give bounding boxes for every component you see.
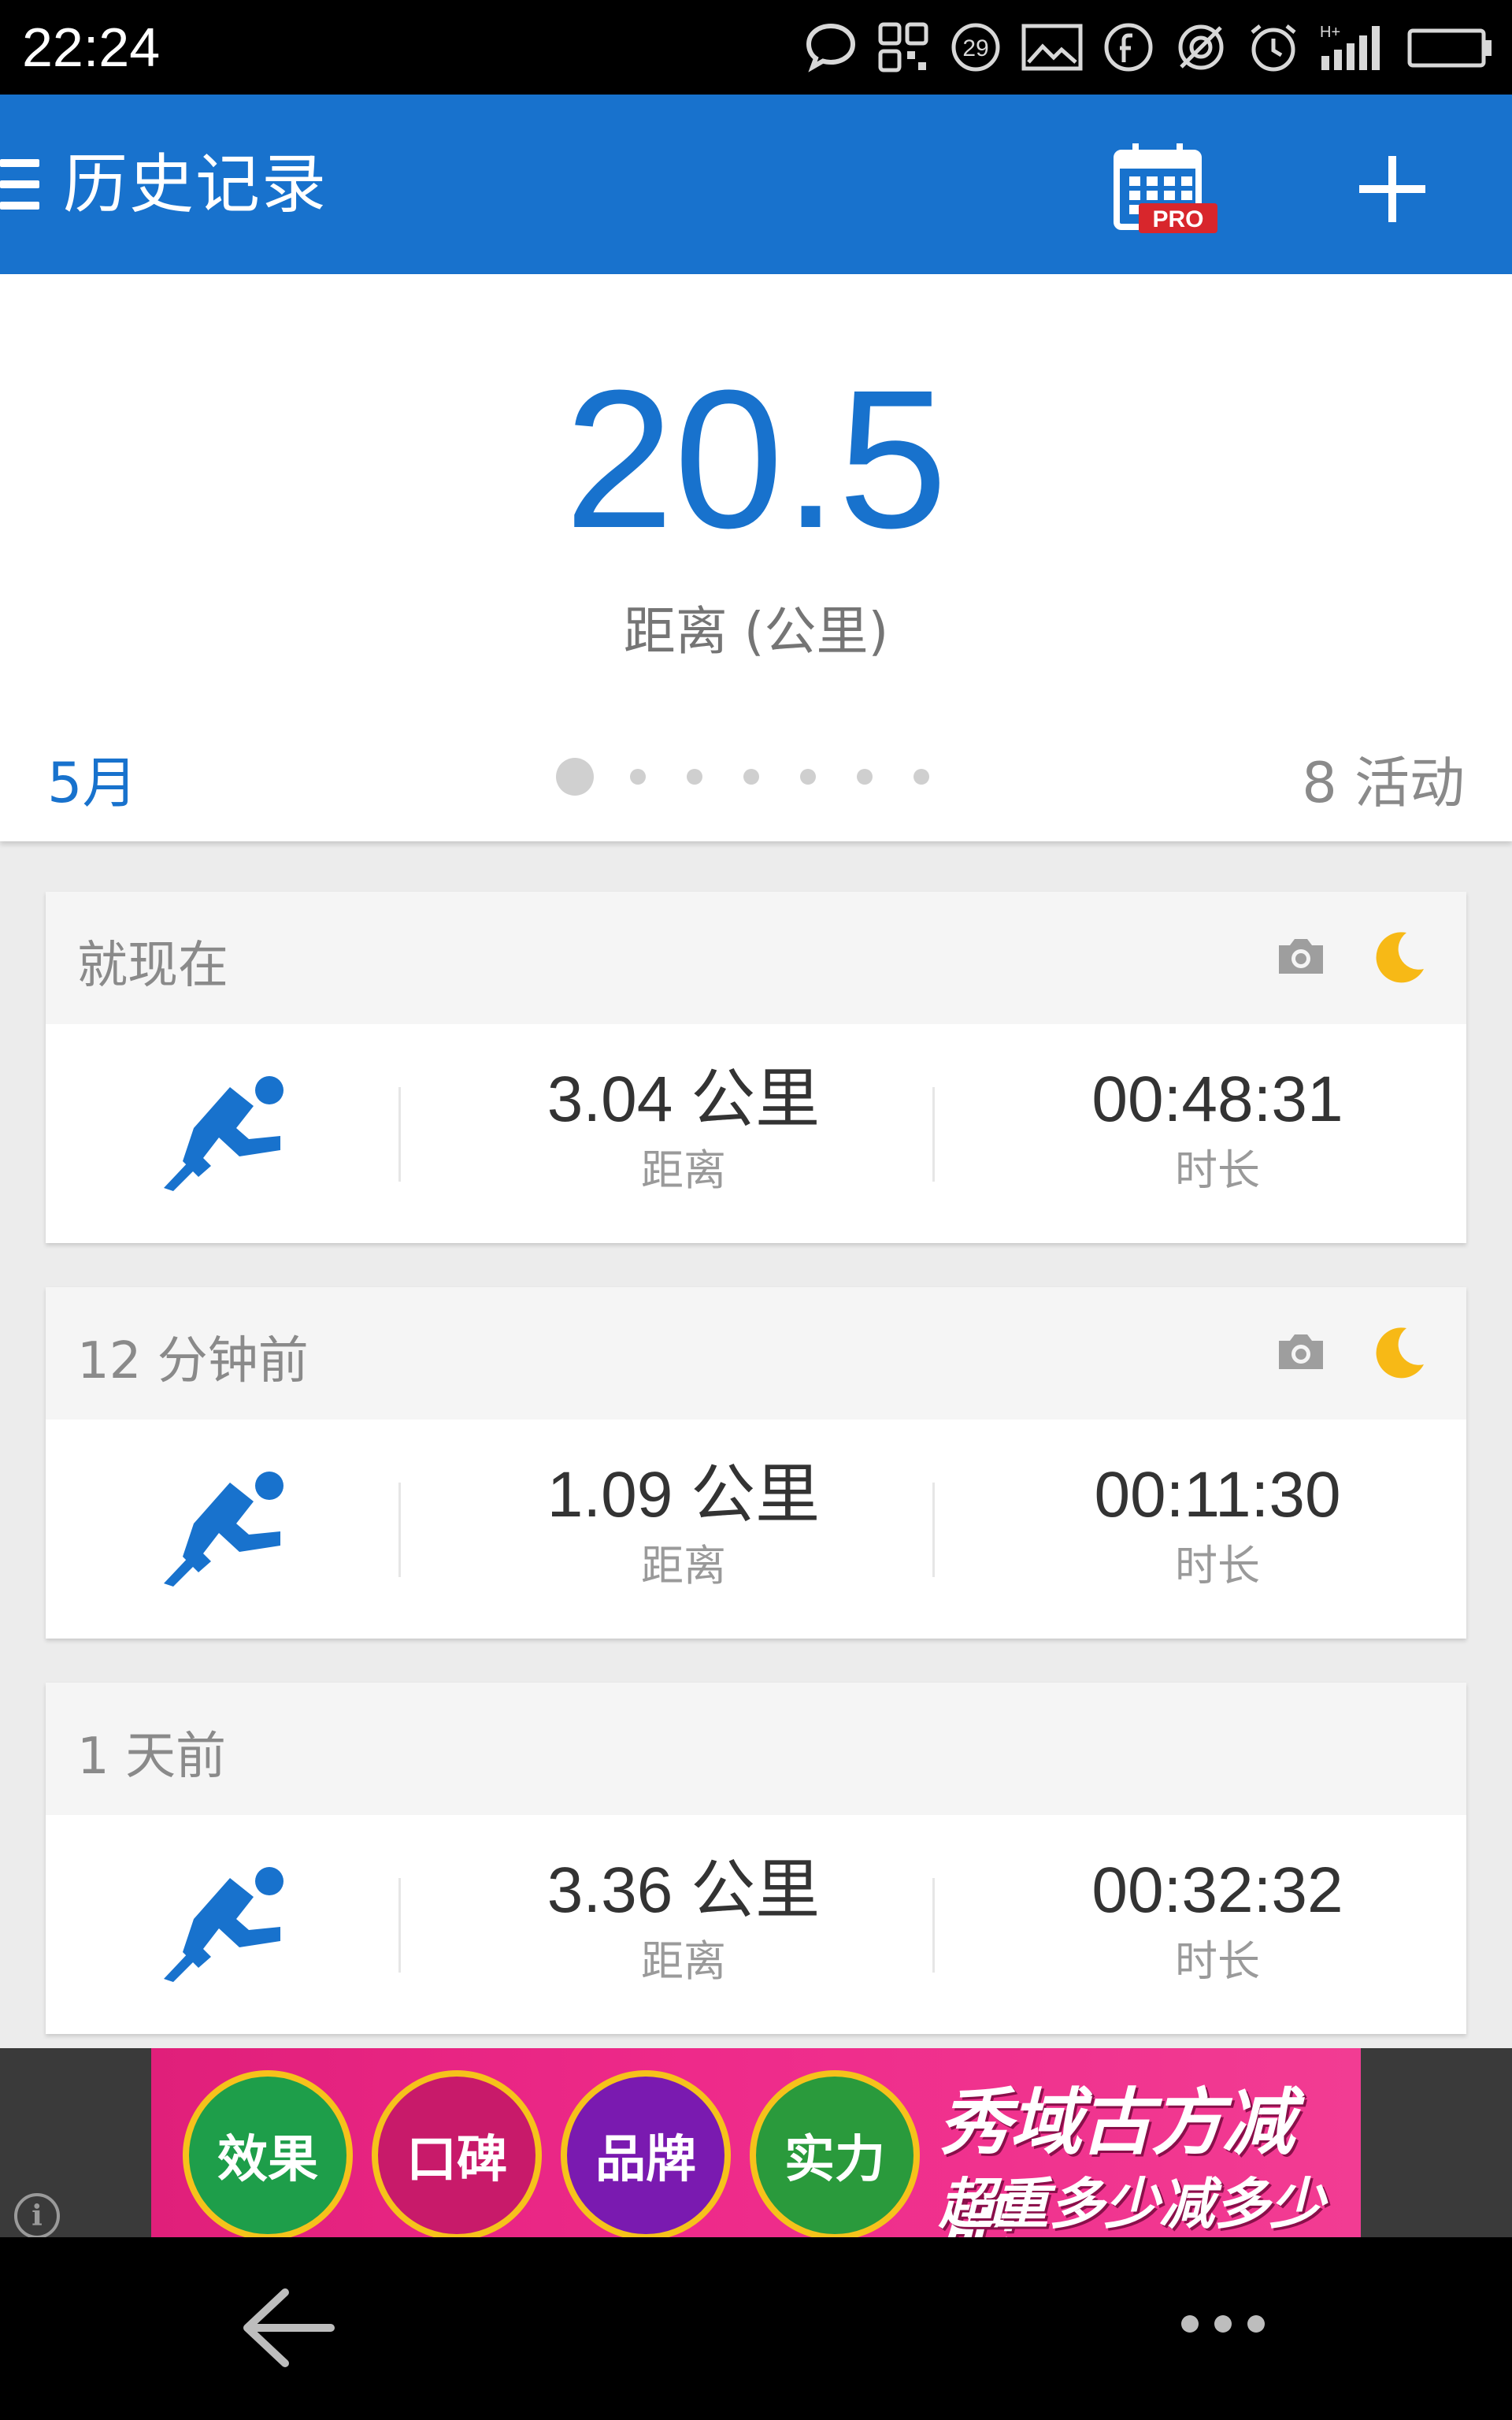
calendar-pro-button[interactable]: PRO [1110,142,1221,236]
running-icon [164,1867,284,1982]
distance-label: 距离 [641,1936,726,1986]
duration-value: 00:11:30 [1094,1459,1341,1531]
battery-icon [1407,28,1492,68]
divider [398,1087,401,1182]
distance-metric: 1.09 公里 距离 [432,1456,936,1598]
calendar-icon: 29 [951,23,1000,72]
location-off-icon [1178,24,1224,70]
distance-value: 1.09 公里 [547,1459,821,1531]
total-distance-label: 距离 (公里) [623,601,889,662]
page-dot [914,769,929,785]
duration-label: 时长 [1175,1936,1260,1986]
divider [932,1087,935,1182]
duration-label: 时长 [1175,1145,1260,1195]
duration-metric: 00:32:32 时长 [965,1851,1469,1993]
duration-value: 00:48:31 [1091,1063,1343,1135]
activity-card-header: 就现在 [46,892,1466,1024]
activity-time-label: 1 天前 [77,1728,227,1786]
pro-badge: PRO [1152,206,1203,232]
activity-card-body: 1.09 公里 距离 00:11:30 时长 [46,1420,1466,1639]
distance-label: 距离 [641,1541,726,1590]
page-dot [687,769,702,785]
page-dot [743,769,759,785]
distance-value: 3.04 公里 [547,1063,821,1135]
page-dot [630,769,646,785]
distance-value: 3.36 公里 [547,1854,821,1926]
activity-card-header: 1 天前 [46,1683,1466,1815]
ad-badge: 实力 [750,2070,920,2237]
activity-card-body: 3.04 公里 距离 00:48:31 时长 [46,1024,1466,1243]
back-arrow-icon[interactable] [236,2285,339,2371]
ad-subline: 超重多少减多少 [939,2172,1325,2236]
activity-card[interactable]: 12 分钟前 1.09 公里 距离 00:11:30 时长 [46,1287,1466,1639]
page-title: 历史记录 [63,149,328,221]
add-button[interactable] [1353,150,1432,228]
chat-icon [806,23,856,72]
moon-icon [1376,1327,1424,1379]
divider [398,1483,401,1577]
activity-time-label: 12 分钟前 [77,1332,309,1390]
ad-banner[interactable]: 效果 口碑 品牌 实力 秀域古方减肥 超重多少减多少 [151,2048,1361,2237]
camera-icon [1279,1334,1323,1369]
distance-metric: 3.36 公里 距离 [432,1851,936,1993]
distance-metric: 3.04 公里 距离 [432,1060,936,1202]
duration-metric: 00:11:30 时长 [965,1456,1469,1598]
distance-label: 距离 [641,1145,726,1195]
qr-icon [878,22,928,72]
signal-icon: H+ [1320,24,1380,70]
alarm-icon [1251,24,1296,72]
page-dot [556,758,594,796]
moon-icon [1376,932,1424,983]
status-bar: 22:24 29 H+ [0,0,1512,95]
ad-container: i 效果 口碑 品牌 实力 秀域古方减肥 超重多少减多少 [0,2048,1512,2239]
page-indicator [556,758,970,796]
activity-time-label: 就现在 [77,937,228,995]
month-label: 5月 [47,751,138,815]
running-icon [164,1472,284,1587]
svg-text:H+: H+ [1320,24,1340,41]
nav-bar [0,2237,1512,2420]
activity-card-header: 12 分钟前 [46,1287,1466,1420]
ad-badge: 品牌 [561,2070,731,2237]
duration-label: 时长 [1175,1541,1260,1590]
app-bar: 历史记录 PRO [0,95,1512,274]
activity-card[interactable]: 1 天前 3.36 公里 距离 00:32:32 时长 [46,1683,1466,2034]
status-icons: 29 H+ [803,11,1493,84]
ad-badge: 口碑 [372,2070,542,2237]
duration-value: 00:32:32 [1091,1854,1343,1926]
page-dot [800,769,816,785]
activity-card[interactable]: 就现在 3.04 公里 距离 00:48:31 时长 [46,892,1466,1243]
activity-count: 8 活动 [1302,751,1465,815]
facebook-icon [1104,23,1153,72]
ad-info-icon[interactable]: i [14,2193,60,2239]
duration-metric: 00:48:31 时长 [965,1060,1469,1202]
running-icon [164,1076,284,1191]
summary-panel[interactable]: 20.5 距离 (公里) 5月 8 活动 [0,274,1512,841]
svg-text:29: 29 [962,35,988,61]
divider [398,1878,401,1973]
total-distance: 20.5 [564,349,948,569]
status-time: 22:24 [22,17,161,78]
image-icon [1021,24,1083,71]
page-dot [857,769,873,785]
menu-icon[interactable] [0,159,39,210]
divider [932,1483,935,1577]
ad-badge: 效果 [183,2070,353,2237]
more-dots-icon[interactable] [1181,2308,1268,2340]
camera-icon [1279,939,1323,974]
activity-card-body: 3.36 公里 距离 00:32:32 时长 [46,1815,1466,2034]
divider [932,1878,935,1973]
